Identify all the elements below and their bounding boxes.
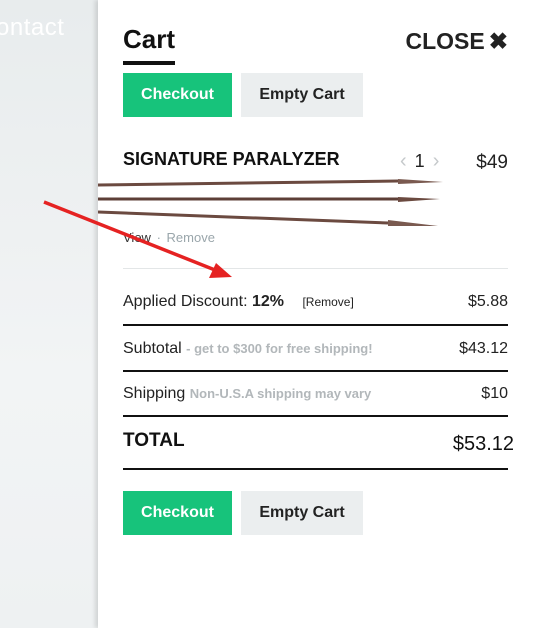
annotation-arrow xyxy=(43,200,232,278)
